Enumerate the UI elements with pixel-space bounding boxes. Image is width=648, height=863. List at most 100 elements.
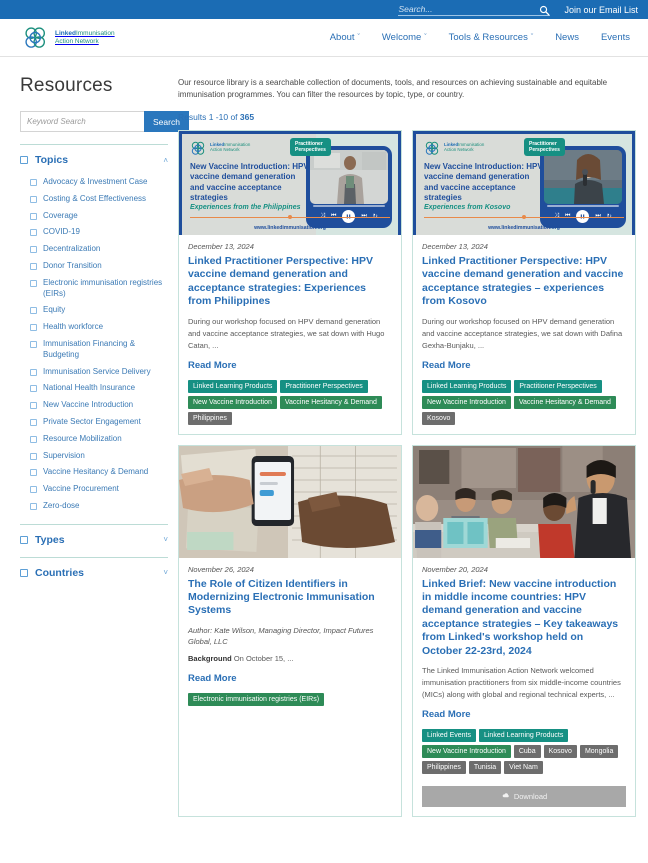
resource-card[interactable]: LinkedImmunisation Action Network Practi… (412, 129, 636, 435)
nav-item-tools-resources[interactable]: Tools & Resources ˇ (449, 32, 534, 43)
facet-item-vaccine-hesitancy-demand[interactable]: Vaccine Hesitancy & Demand (30, 467, 168, 478)
checkbox[interactable] (30, 229, 37, 237)
site-search[interactable] (398, 3, 551, 16)
facet-topics-header[interactable]: Topics ˄ (20, 154, 168, 175)
resource-card[interactable]: LinkedImmunisation Action Network Practi… (178, 129, 402, 435)
tag-new-vaccine-introduction[interactable]: New Vaccine Introduction (188, 395, 277, 409)
facet-item-donor-transition[interactable]: Donor Transition (30, 261, 168, 272)
facet-item-advocacy-investment-case[interactable]: Advocacy & Investment Case (30, 177, 168, 188)
video-player-frame[interactable]: ⤨ ⏮ ⏭ ↻ (306, 145, 392, 228)
video-thumbnail[interactable]: LinkedImmunisation Action Network Practi… (179, 130, 401, 235)
card-title[interactable]: The Role of Citizen Identifiers in Moder… (188, 578, 392, 618)
nav-item-welcome[interactable]: Welcome ˇ (382, 32, 427, 43)
facet-topics-checkbox[interactable] (20, 156, 28, 164)
checkbox[interactable] (30, 340, 37, 348)
checkbox[interactable] (30, 486, 37, 494)
tag-linked-learning-products[interactable]: Linked Learning Products (478, 729, 569, 743)
video-logo-wordmark: LinkedImmunisation Action Network (210, 143, 250, 153)
checkbox[interactable] (30, 385, 37, 393)
video-thumbnail[interactable]: LinkedImmunisation Action Network Practi… (413, 130, 635, 235)
facet-item-zero-dose[interactable]: Zero-dose (30, 501, 168, 512)
facet-item-coverage[interactable]: Coverage (30, 211, 168, 222)
keyword-search-input[interactable] (20, 111, 144, 132)
facet-item-costing-cost-effectiveness[interactable]: Costing & Cost Effectiveness (30, 194, 168, 205)
facet-item-decentralization[interactable]: Decentralization (30, 244, 168, 255)
facet-item-immunisation-financing-budgeting[interactable]: Immunisation Financing & Budgeting (30, 339, 168, 361)
tag-viet-nam[interactable]: Viet Nam (504, 761, 543, 775)
facet-types-checkbox[interactable] (20, 535, 28, 544)
tag-linked-events[interactable]: Linked Events (422, 729, 476, 743)
tag-vaccine-hesitancy-demand[interactable]: Vaccine Hesitancy & Demand (513, 395, 616, 409)
nav-item-news[interactable]: News (555, 32, 579, 43)
nav-item-about[interactable]: About ˇ (330, 32, 360, 43)
read-more-link[interactable]: Read More (422, 360, 626, 371)
search-input[interactable] (398, 3, 519, 14)
tag-philippines[interactable]: Philippines (188, 411, 232, 425)
tag-new-vaccine-introduction[interactable]: New Vaccine Introduction (422, 395, 511, 409)
checkbox[interactable] (30, 435, 37, 443)
tag-kosovo[interactable]: Kosovo (543, 745, 577, 759)
tag-linked-learning-products[interactable]: Linked Learning Products (188, 379, 278, 393)
join-email-list-link[interactable]: Join our Email List (564, 5, 638, 15)
checkbox[interactable] (30, 279, 37, 287)
video-player-frame[interactable]: ⤨ ⏮ ⏭ ↻ (540, 145, 626, 228)
tag-mongolia[interactable]: Mongolia (579, 745, 619, 759)
site-logo[interactable]: LinkedImmunisation Action Network (22, 26, 115, 50)
video-progress-bar[interactable] (313, 205, 385, 207)
facet-item-health-workforce[interactable]: Health workforce (30, 322, 168, 333)
facet-item-private-sector-engagement[interactable]: Private Sector Engagement (30, 417, 168, 428)
tag-tunisia[interactable]: Tunisia (468, 761, 502, 775)
checkbox[interactable] (30, 469, 37, 477)
checkbox[interactable] (30, 246, 37, 254)
tag-new-vaccine-introduction[interactable]: New Vaccine Introduction (422, 745, 511, 759)
tag-vaccine-hesitancy-demand[interactable]: Vaccine Hesitancy & Demand (279, 395, 382, 409)
resource-card[interactable]: November 26, 2024 The Role of Citizen Id… (178, 444, 402, 818)
nav-item-events[interactable]: Events (601, 32, 630, 43)
checkbox[interactable] (30, 452, 37, 460)
facet-countries-header[interactable]: Countries ˅ (20, 567, 168, 588)
checkbox[interactable] (30, 324, 37, 332)
nav-label: Welcome (381, 32, 422, 43)
search-icon[interactable] (539, 3, 550, 16)
tag-philippines[interactable]: Philippines (422, 761, 466, 775)
facet-item-resource-mobilization[interactable]: Resource Mobilization (30, 434, 168, 445)
checkbox[interactable] (30, 402, 37, 410)
tag-electronic-immunisation-registries[interactable]: Electronic immunisation registries (EIRs… (188, 693, 325, 707)
tag-linked-learning-products[interactable]: Linked Learning Products (422, 379, 512, 393)
checkbox[interactable] (30, 502, 37, 510)
facet-item-supervision[interactable]: Supervision (30, 451, 168, 462)
facet-countries-checkbox[interactable] (20, 568, 28, 577)
tag-cuba[interactable]: Cuba (513, 745, 541, 759)
card-title[interactable]: Linked Practitioner Perspective: HPV vac… (188, 255, 392, 309)
facet-item-label: Immunisation Financing & Budgeting (43, 338, 136, 359)
checkbox[interactable] (30, 368, 37, 376)
tag-practitioner-perspectives[interactable]: Practitioner Perspectives (280, 379, 368, 393)
checkbox[interactable] (30, 195, 37, 203)
checkbox[interactable] (30, 179, 37, 186)
card-excerpt: During our workshop focused on HPV deman… (188, 316, 385, 350)
read-more-link[interactable]: Read More (188, 673, 392, 684)
facet-item-vaccine-procurement[interactable]: Vaccine Procurement (30, 484, 168, 495)
card-excerpt: During our workshop focused on HPV deman… (422, 316, 623, 350)
facet-item-immunisation-service-delivery[interactable]: Immunisation Service Delivery (30, 367, 168, 378)
resource-card[interactable]: November 20, 2024 Linked Brief: New vacc… (412, 444, 636, 818)
facet-item-equity[interactable]: Equity (30, 305, 168, 316)
download-button[interactable]: Download (422, 786, 626, 808)
read-more-link[interactable]: Read More (422, 709, 626, 720)
facet-item-electronic-immunisation-registries[interactable]: Electronic immunisation registries (EIRs… (30, 278, 168, 300)
facet-item-new-vaccine-introduction[interactable]: New Vaccine Introduction (30, 400, 168, 411)
card-title[interactable]: Linked Practitioner Perspective: HPV vac… (422, 255, 626, 309)
video-progress-bar[interactable] (547, 205, 619, 207)
facet-item-national-health-insurance[interactable]: National Health Insurance (30, 383, 168, 394)
checkbox[interactable] (30, 418, 37, 426)
checkbox[interactable] (30, 262, 37, 270)
read-more-link[interactable]: Read More (188, 360, 392, 371)
card-title[interactable]: Linked Brief: New vaccine introduction i… (422, 578, 626, 659)
checkbox[interactable] (30, 307, 37, 315)
tag-practitioner-perspectives[interactable]: Practitioner Perspectives (514, 379, 602, 393)
facet-item-label: National Health Insurance (43, 383, 136, 393)
facet-types-header[interactable]: Types ˅ (20, 534, 168, 555)
checkbox[interactable] (30, 212, 37, 220)
facet-item-covid-19[interactable]: COVID-19 (30, 227, 168, 238)
tag-kosovo[interactable]: Kosovo (422, 411, 456, 425)
